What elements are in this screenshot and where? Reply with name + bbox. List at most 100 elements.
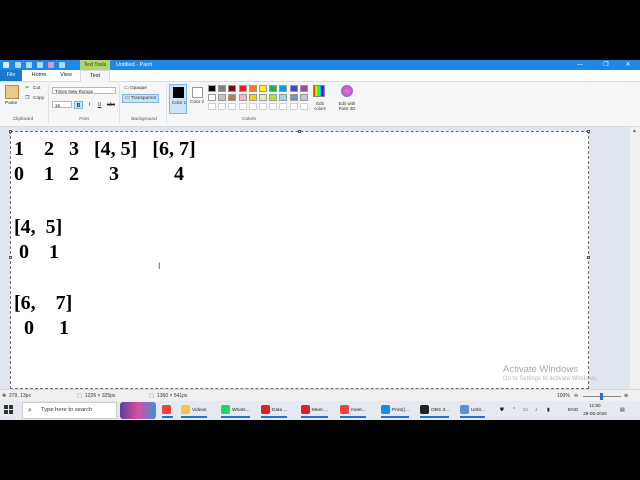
palette-swatch[interactable]: [289, 85, 298, 92]
paste-icon[interactable]: [5, 85, 19, 99]
save-icon[interactable]: [15, 62, 21, 68]
eraser-icon[interactable]: [48, 62, 54, 68]
vertical-scrollbar[interactable]: ▲: [630, 127, 640, 389]
windows-start-icon[interactable]: [4, 405, 14, 415]
search-highlight-icon[interactable]: [120, 402, 156, 419]
resize-handle[interactable]: [9, 130, 12, 133]
taskbar-app-whatsapp[interactable]: Whats...: [221, 403, 250, 418]
tab-view[interactable]: View: [56, 70, 76, 81]
resize-handle[interactable]: [9, 256, 12, 259]
palette-swatch[interactable]: [259, 94, 267, 101]
custom-color-slot[interactable]: [238, 103, 247, 110]
italic-button[interactable]: I: [85, 101, 94, 109]
font-family-select[interactable]: Times New Roman: [52, 87, 116, 94]
zoom-slider[interactable]: [583, 393, 621, 400]
taskbar-app-chrome[interactable]: [162, 403, 173, 418]
paste-button[interactable]: Paste: [5, 101, 17, 106]
palette-swatch[interactable]: [299, 85, 308, 92]
taskbar-app-vscode[interactable]: Print()...: [381, 403, 410, 418]
taskbar-app-meet[interactable]: Meet ...: [301, 403, 328, 418]
palette-swatch[interactable]: [238, 94, 247, 101]
title-bar: Text Tools Untitled - Paint — ❐ ✕: [0, 60, 640, 70]
resize-handle[interactable]: [298, 130, 301, 133]
strikethrough-button[interactable]: abc: [105, 101, 117, 109]
paint3d-icon[interactable]: [341, 85, 353, 97]
palette-swatch[interactable]: [279, 94, 288, 101]
custom-color-slot[interactable]: [279, 103, 288, 110]
palette-swatch[interactable]: [269, 85, 278, 92]
custom-color-slot[interactable]: [259, 103, 267, 110]
custom-color-slot[interactable]: [208, 103, 216, 110]
resize-handle[interactable]: [587, 256, 590, 259]
palette-swatch[interactable]: [218, 85, 227, 92]
cut-button[interactable]: Cut: [33, 86, 40, 91]
tray-network-icon[interactable]: ▭: [523, 403, 528, 418]
tab-home[interactable]: Home: [26, 70, 52, 81]
cut-icon[interactable]: ✂: [25, 86, 29, 91]
palette-swatch[interactable]: [208, 94, 216, 101]
custom-color-slot[interactable]: [269, 103, 278, 110]
palette-swatch[interactable]: [228, 85, 237, 92]
custom-color-slot[interactable]: [218, 103, 227, 110]
tray-battery-icon[interactable]: ▮: [547, 403, 550, 418]
palette-swatch[interactable]: [218, 94, 227, 101]
text-tools-context-tab: Text Tools: [80, 60, 110, 70]
palette-swatch[interactable]: [248, 94, 257, 101]
taskbar-app-paint[interactable]: Untit...: [460, 403, 485, 418]
taskbar-clock[interactable]: 11:50 29-06-2026: [582, 402, 608, 418]
palette-swatch[interactable]: [208, 85, 216, 92]
opaque-option[interactable]: ▭ Opaque: [124, 86, 147, 91]
taskbar-app-folder[interactable]: Videos: [181, 403, 207, 418]
taskbar-app-chrome[interactable]: meet...: [340, 403, 366, 418]
color1-button[interactable]: Color 1: [169, 84, 187, 114]
copy-icon[interactable]: ❐: [25, 96, 29, 101]
close-button[interactable]: ✕: [616, 60, 640, 70]
custom-color-slot[interactable]: [248, 103, 257, 110]
tab-text[interactable]: Text: [80, 70, 110, 82]
palette-swatch[interactable]: [279, 85, 288, 92]
scroll-up-icon[interactable]: ▲: [632, 128, 637, 134]
copy-button[interactable]: Copy: [33, 96, 44, 101]
palette-swatch[interactable]: [299, 94, 308, 101]
language-indicator[interactable]: ENG: [568, 403, 578, 418]
taskbar-app-obs[interactable]: OBS 3...: [420, 403, 450, 418]
undo-icon[interactable]: [26, 62, 32, 68]
tray-people-icon[interactable]: ⛊: [500, 403, 504, 418]
custom-color-slot[interactable]: [228, 103, 237, 110]
opaque-label: Opaque: [129, 86, 147, 91]
palette-swatch[interactable]: [269, 94, 278, 101]
font-size-select[interactable]: 16: [52, 101, 72, 108]
palette-swatch[interactable]: [248, 85, 257, 92]
redo-icon[interactable]: [37, 62, 43, 68]
custom-color-slot[interactable]: [289, 103, 298, 110]
tray-volume-icon[interactable]: ♪: [535, 403, 537, 418]
drawing-canvas[interactable]: 1 2 3 [4, 5] [6, 7] 0 1 2 3 4 [4, 5] 0 1…: [10, 131, 589, 389]
taskbar-search-box[interactable]: ⌕ Type here to search: [22, 402, 117, 419]
maximize-button[interactable]: ❐: [594, 60, 618, 70]
transparent-option[interactable]: ▭ Transparent: [122, 94, 160, 103]
custom-color-slot[interactable]: [299, 103, 308, 110]
palette-swatch[interactable]: [289, 94, 298, 101]
taskbar-app-label: Whats...: [232, 408, 250, 413]
taskbar-app-wps[interactable]: Data ...: [261, 403, 288, 418]
quick-access-dropdown-icon[interactable]: [59, 62, 65, 68]
zoom-slider-thumb[interactable]: [600, 393, 603, 400]
color2-button[interactable]: Color 2: [189, 84, 205, 114]
divider: [48, 84, 49, 124]
resize-handle[interactable]: [587, 130, 590, 133]
underline-button[interactable]: U: [95, 101, 104, 109]
edit-colors-icon[interactable]: [313, 85, 325, 97]
palette-swatch[interactable]: [238, 85, 247, 92]
tab-file[interactable]: File: [0, 70, 22, 81]
minimize-button[interactable]: —: [568, 60, 592, 70]
bold-button[interactable]: B: [74, 101, 83, 109]
search-icon: ⌕: [28, 407, 32, 414]
palette-swatch[interactable]: [259, 85, 267, 92]
tray-chevron-up-icon[interactable]: ⌃: [512, 403, 516, 418]
palette-swatch[interactable]: [228, 94, 237, 101]
edit-with-paint3d-button[interactable]: Edit with Paint 3D: [334, 101, 360, 111]
background-group-label: Background: [131, 117, 157, 122]
notifications-icon[interactable]: ▤: [620, 403, 625, 418]
edit-colors-button[interactable]: Edit colors: [310, 101, 330, 111]
activate-windows-title: Activate Windows: [503, 364, 578, 375]
